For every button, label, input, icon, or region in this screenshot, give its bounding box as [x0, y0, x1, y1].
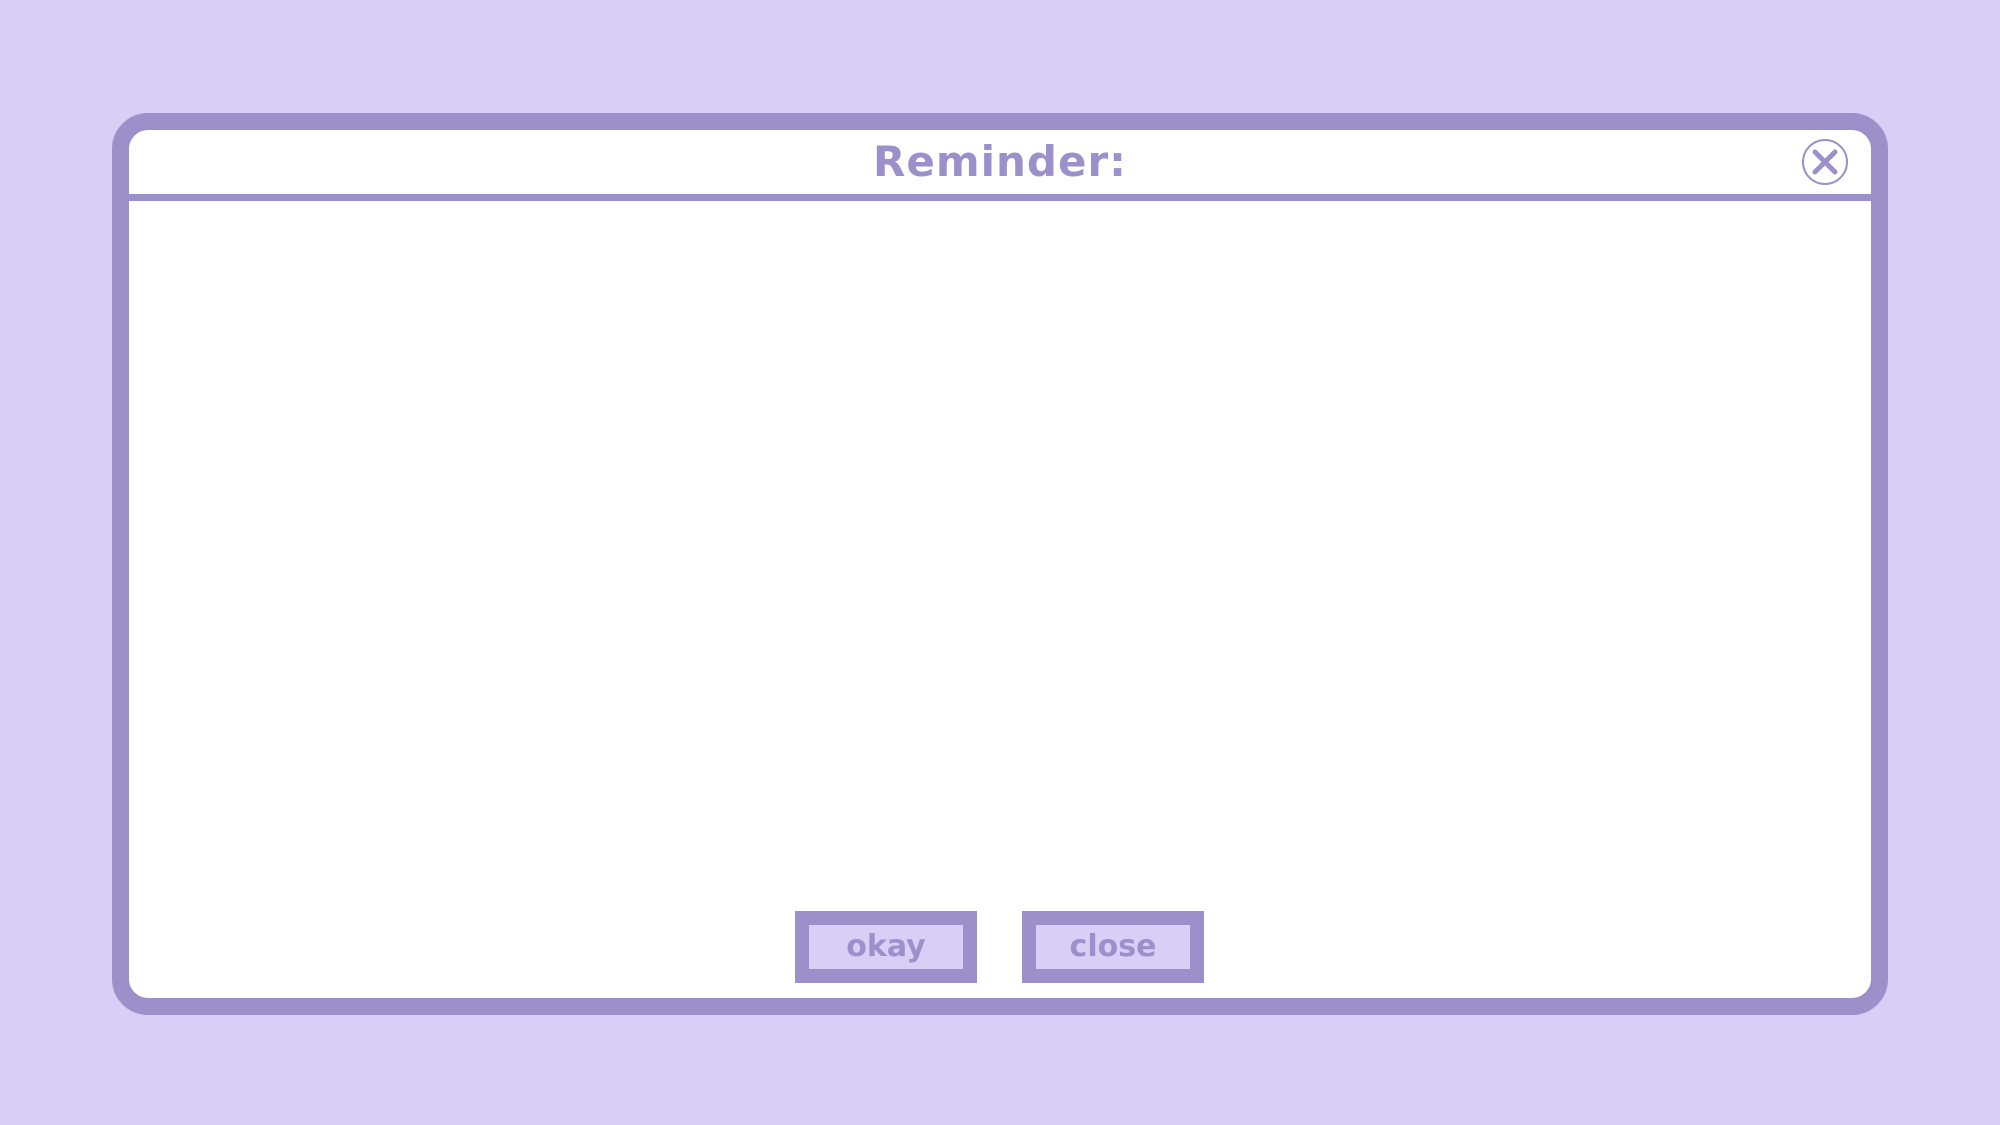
close-button[interactable]: close	[1022, 911, 1204, 983]
close-icon[interactable]	[1801, 138, 1849, 186]
reminder-dialog: Reminder: okay close	[112, 113, 1888, 1015]
dialog-buttons: okay close	[129, 911, 1871, 983]
okay-button[interactable]: okay	[795, 911, 977, 983]
dialog-titlebar: Reminder:	[129, 130, 1871, 201]
dialog-title: Reminder:	[873, 137, 1127, 186]
